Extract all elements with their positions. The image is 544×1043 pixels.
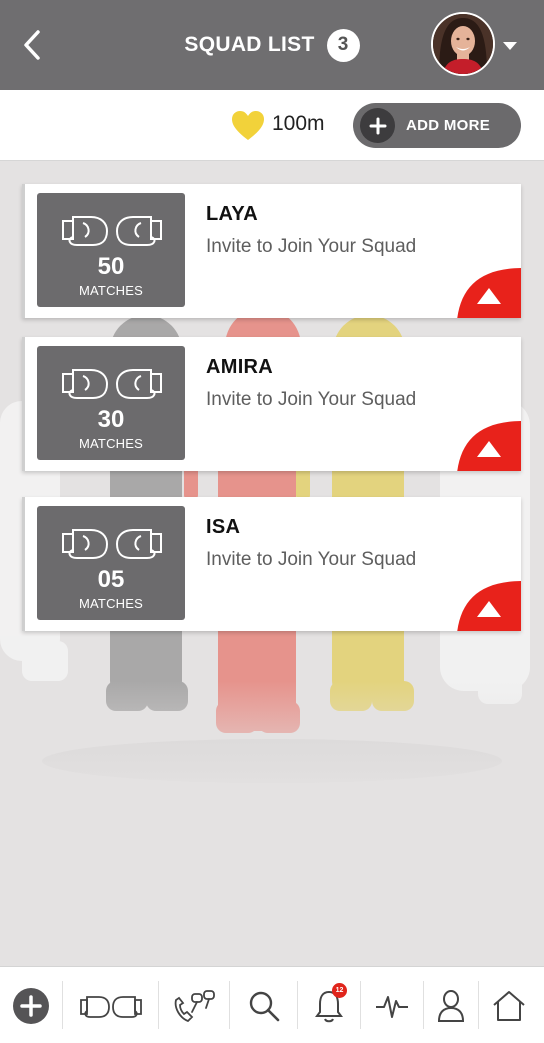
match-count: 50 [97,253,125,280]
nav-add[interactable] [0,967,62,1043]
nav-home[interactable] [479,967,539,1043]
profile-icon [437,989,465,1022]
warning-icon[interactable] [457,421,521,471]
app-header: SQUAD LIST 3 [0,0,544,90]
bottom-nav: 12 [0,966,544,1043]
warning-icon[interactable] [457,581,521,631]
back-arrow-icon[interactable] [16,28,50,62]
add-more-button[interactable]: ADD MORE [353,103,521,148]
gloves-icon [79,995,142,1018]
heart-icon [232,111,264,140]
nav-notifications[interactable]: 12 [298,967,360,1043]
match-stats: 50 MATCHES [37,193,185,307]
match-count: 05 [97,566,125,593]
page-title: SQUAD LIST [184,33,315,56]
notification-badge: 12 [332,983,347,998]
match-label: MATCHES [79,596,143,611]
match-stats: 05 MATCHES [37,506,185,620]
invite-text: Invite to Join Your Squad [206,236,417,257]
plus-icon [360,108,395,143]
member-name: LAYA [206,203,258,225]
member-name: AMIRA [206,356,274,378]
add-icon [13,987,49,1024]
member-name: ISA [206,516,241,538]
invite-text: Invite to Join Your Squad [206,549,417,570]
warning-icon[interactable] [457,268,521,318]
distance-value: 100m [272,112,325,135]
match-label: MATCHES [79,283,143,298]
avatar[interactable] [431,12,495,76]
call-match-icon [174,989,215,1022]
chevron-down-icon[interactable] [500,36,520,56]
match-count: 30 [97,406,125,433]
squad-card[interactable]: 50 MATCHES LAYA Invite to Join Your Squa… [22,184,521,318]
nav-profile[interactable] [424,967,478,1043]
nav-challenge[interactable] [159,967,229,1043]
activity-icon [376,995,408,1018]
boxing-gloves-icon [62,529,162,559]
boxing-gloves-icon [62,369,162,399]
match-label: MATCHES [79,436,143,451]
match-stats: 30 MATCHES [37,346,185,460]
squad-card[interactable]: 05 MATCHES ISA Invite to Join Your Squad [22,497,521,631]
nav-activity[interactable] [361,967,423,1043]
search-icon [249,991,279,1021]
boxing-gloves-icon [62,216,162,246]
nav-search[interactable] [230,967,297,1043]
add-more-label: ADD MORE [406,117,491,134]
nav-matches[interactable] [63,967,158,1043]
squad-card[interactable]: 30 MATCHES AMIRA Invite to Join Your Squ… [22,337,521,471]
invite-text: Invite to Join Your Squad [206,389,417,410]
home-icon [493,990,525,1021]
squad-count-badge: 3 [326,28,360,62]
location-bar: 100m ADD MORE [0,90,544,161]
